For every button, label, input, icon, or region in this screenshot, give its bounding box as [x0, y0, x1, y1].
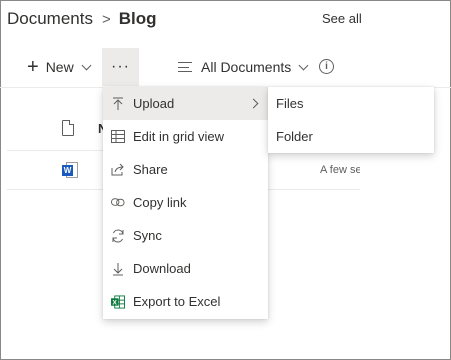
menu-item-share[interactable]: Share — [103, 153, 268, 186]
view-switcher-button[interactable]: All Documents — [178, 48, 309, 86]
see-all-link[interactable]: See all — [322, 11, 362, 26]
view-options-icon — [178, 62, 192, 72]
new-button[interactable]: + New — [27, 48, 92, 86]
menu-item-label: Export to Excel — [133, 294, 221, 309]
plus-icon: + — [27, 56, 39, 78]
excel-icon: X — [111, 294, 125, 309]
submenu-item-label: Folder — [276, 129, 313, 144]
menu-item-edit-grid[interactable]: Edit in grid view — [103, 120, 268, 153]
menu-item-label: Download — [133, 261, 191, 276]
info-icon[interactable]: i — [319, 59, 334, 74]
share-icon — [111, 163, 125, 177]
submenu-item-label: Files — [276, 96, 304, 111]
chevron-down-icon — [81, 60, 92, 70]
more-options-button[interactable]: ··· — [102, 48, 139, 86]
menu-item-label: Upload — [133, 96, 175, 111]
breadcrumb-current: Blog — [118, 9, 157, 28]
submenu-item-folder[interactable]: Folder — [268, 120, 434, 153]
menu-item-upload[interactable]: Upload — [103, 87, 268, 120]
breadcrumb: Documents > Blog — [7, 8, 157, 30]
menu-item-label: Share — [133, 162, 168, 177]
more-options-menu: Upload Edit in grid view Share Copy link… — [103, 87, 268, 319]
word-doc-icon: W — [62, 162, 78, 178]
grid-icon — [111, 130, 125, 144]
submenu-item-files[interactable]: Files — [268, 87, 434, 120]
menu-item-label: Edit in grid view — [133, 129, 225, 144]
breadcrumb-root[interactable]: Documents — [7, 9, 93, 29]
menu-item-label: Sync — [133, 228, 162, 243]
modified-cell: A few se — [320, 164, 360, 176]
menu-item-download[interactable]: Download — [103, 252, 268, 285]
chevron-right-icon — [248, 98, 259, 109]
chevron-down-icon — [298, 60, 309, 70]
menu-item-export-excel[interactable]: X Export to Excel — [103, 285, 268, 318]
svg-text:X: X — [113, 299, 118, 306]
menu-item-sync[interactable]: Sync — [103, 219, 268, 252]
upload-submenu: Files Folder — [268, 87, 434, 153]
menu-item-label: Copy link — [133, 195, 187, 210]
upload-icon — [111, 97, 125, 111]
new-button-label: New — [45, 59, 74, 75]
menu-item-copy-link[interactable]: Copy link — [103, 186, 268, 219]
breadcrumb-separator: > — [101, 10, 111, 28]
sync-icon — [111, 228, 125, 243]
link-icon — [111, 196, 125, 210]
file-type-header-icon[interactable] — [62, 120, 74, 136]
download-icon — [111, 262, 125, 276]
view-switcher-label: All Documents — [201, 59, 292, 75]
